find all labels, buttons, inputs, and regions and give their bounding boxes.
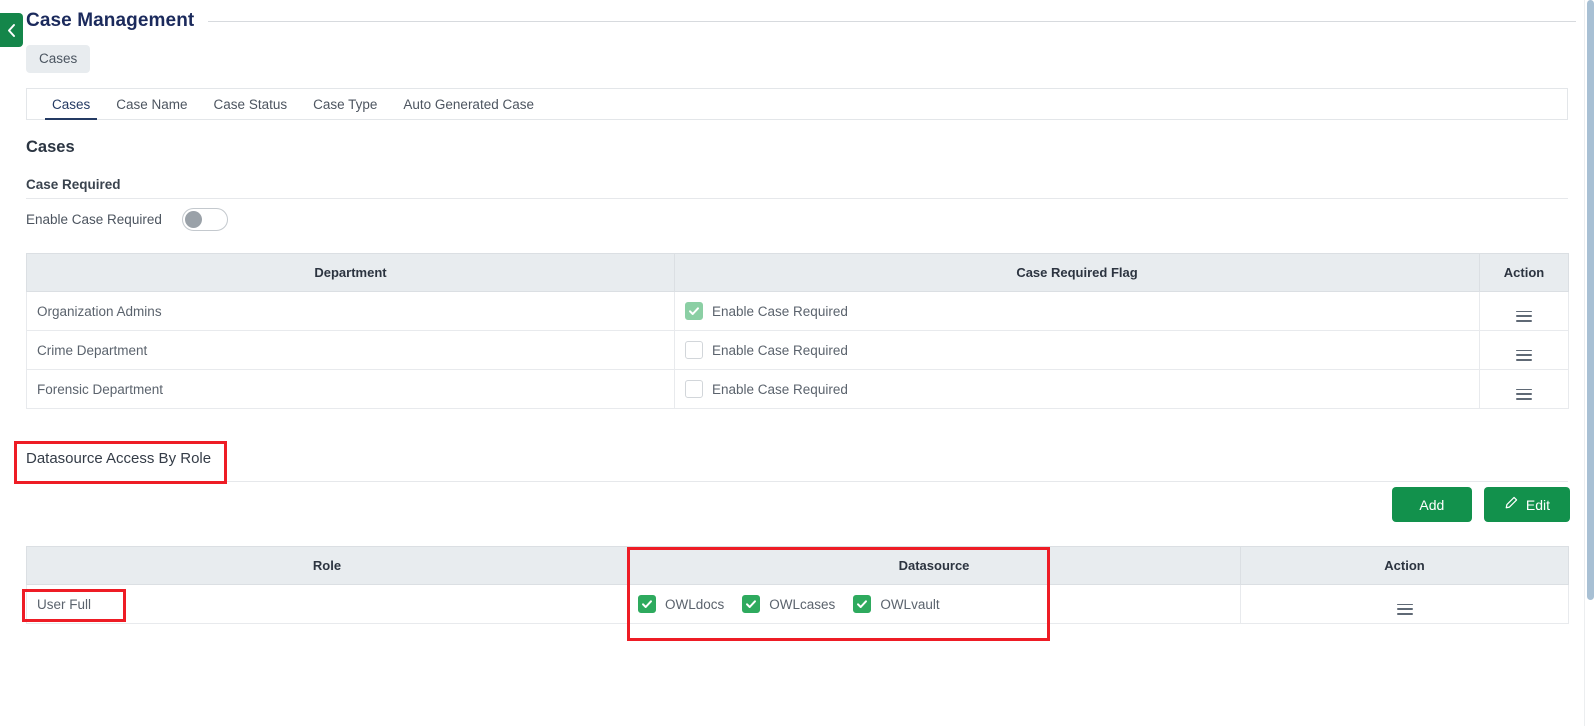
case-required-divider (26, 198, 1568, 199)
datasource-checkbox-owldocs[interactable]: OWLdocs (638, 595, 724, 613)
checkbox-box (853, 595, 872, 613)
cell-action (1240, 584, 1569, 624)
table-header-row: Department Case Required Flag Action (26, 253, 1569, 292)
scrollbar-thumb[interactable] (1587, 0, 1594, 600)
table-row: Organization Admins Enable Case Required (26, 291, 1569, 331)
table-header-row: Role Datasource Action (26, 546, 1569, 585)
cases-section-title: Cases (26, 138, 75, 156)
cell-datasource: OWLdocs OWLcases OWLvault (627, 584, 1241, 624)
column-header-department: Department (26, 253, 675, 292)
hamburger-menu-icon[interactable] (1396, 603, 1413, 615)
add-button-label: Add (1419, 496, 1445, 513)
datasource-toolbar: Add Edit (1391, 487, 1570, 522)
tab-cases[interactable]: Cases (39, 89, 103, 120)
cell-role: User Full (26, 584, 628, 624)
checkbox-box (638, 595, 656, 613)
tab-case-name-label: Case Name (116, 96, 188, 112)
checkbox-label: OWLdocs (665, 596, 725, 612)
datasource-checkbox-group: OWLdocs OWLcases OWLvault (638, 595, 1230, 613)
hamburger-menu-icon[interactable] (1516, 310, 1532, 322)
checkbox-label: Enable Case Required (712, 381, 848, 397)
case-required-checkbox[interactable]: Enable Case Required (685, 341, 848, 359)
table-row: Forensic Department Enable Case Required (26, 369, 1569, 409)
edit-button[interactable]: Edit (1483, 487, 1570, 522)
table-row: User Full OWLdocs OWLcases OWLvault (26, 584, 1569, 624)
breadcrumb-item-cases[interactable]: Cases (26, 45, 91, 73)
toggle-knob (184, 211, 202, 228)
datasource-divider (26, 481, 1568, 482)
page-scrollbar[interactable] (1584, 0, 1594, 726)
cell-department: Crime Department (26, 330, 675, 370)
tab-auto-generated-case-label: Auto Generated Case (403, 96, 534, 112)
cell-action (1479, 291, 1569, 331)
tab-case-name[interactable]: Case Name (103, 89, 200, 119)
column-header-role: Role (26, 546, 628, 585)
breadcrumb: Cases (26, 45, 91, 73)
datasource-checkbox-owlcases[interactable]: OWLcases (742, 595, 835, 613)
checkbox-label: OWLvault (880, 596, 940, 612)
tab-case-type[interactable]: Case Type (300, 89, 390, 119)
column-header-action: Action (1479, 253, 1569, 292)
cell-case-required-flag: Enable Case Required (674, 330, 1480, 370)
column-header-case-required-flag: Case Required Flag (674, 253, 1480, 292)
cell-department: Organization Admins (26, 291, 675, 331)
cell-case-required-flag: Enable Case Required (674, 291, 1480, 331)
app-root: Case Management Cases Cases Case Name Ca… (0, 0, 1594, 726)
tab-bar: Cases Case Name Case Status Case Type Au… (26, 88, 1568, 120)
checkbox-box (685, 341, 703, 359)
checkbox-box (685, 302, 703, 320)
enable-case-required-toggle[interactable] (181, 208, 228, 231)
datasource-access-table: Role Datasource Action User Full OWLdocs… (26, 546, 1569, 624)
pencil-icon (1504, 496, 1518, 513)
case-required-checkbox[interactable]: Enable Case Required (685, 302, 848, 320)
chevron-left-icon (6, 23, 17, 38)
checkbox-box (742, 595, 761, 613)
tab-case-status[interactable]: Case Status (201, 89, 301, 119)
checkbox-box (685, 380, 703, 398)
hamburger-menu-icon[interactable] (1516, 388, 1532, 400)
datasource-checkbox-owlvault[interactable]: OWLvault (853, 595, 940, 613)
back-button[interactable] (0, 13, 23, 47)
checkbox-label: Enable Case Required (712, 303, 848, 319)
cell-action (1479, 330, 1569, 370)
tab-auto-generated-case[interactable]: Auto Generated Case (390, 89, 547, 119)
tab-cases-label: Cases (52, 96, 91, 112)
hamburger-menu-icon[interactable] (1516, 349, 1532, 361)
case-required-subtitle: Case Required (26, 177, 121, 192)
enable-case-required-label: Enable Case Required (26, 212, 162, 227)
enable-case-required-row: Enable Case Required (26, 208, 228, 231)
case-required-checkbox[interactable]: Enable Case Required (685, 380, 848, 398)
department-table: Department Case Required Flag Action Org… (26, 253, 1569, 409)
header-divider (208, 20, 1576, 22)
edit-button-label: Edit (1525, 496, 1550, 513)
column-header-action: Action (1240, 546, 1569, 585)
checkbox-label: Enable Case Required (712, 342, 848, 358)
cell-case-required-flag: Enable Case Required (674, 369, 1480, 409)
page-header: Case Management (26, 8, 1576, 34)
column-header-datasource: Datasource (627, 546, 1241, 585)
checkbox-label: OWLcases (769, 596, 836, 612)
datasource-section-title: Datasource Access By Role (26, 450, 212, 467)
add-button[interactable]: Add (1391, 487, 1472, 522)
tab-case-status-label: Case Status (213, 96, 288, 112)
tab-case-type-label: Case Type (313, 96, 378, 112)
table-row: Crime Department Enable Case Required (26, 330, 1569, 370)
cell-action (1479, 369, 1569, 409)
cell-department: Forensic Department (26, 369, 675, 409)
page-title: Case Management (26, 10, 195, 31)
